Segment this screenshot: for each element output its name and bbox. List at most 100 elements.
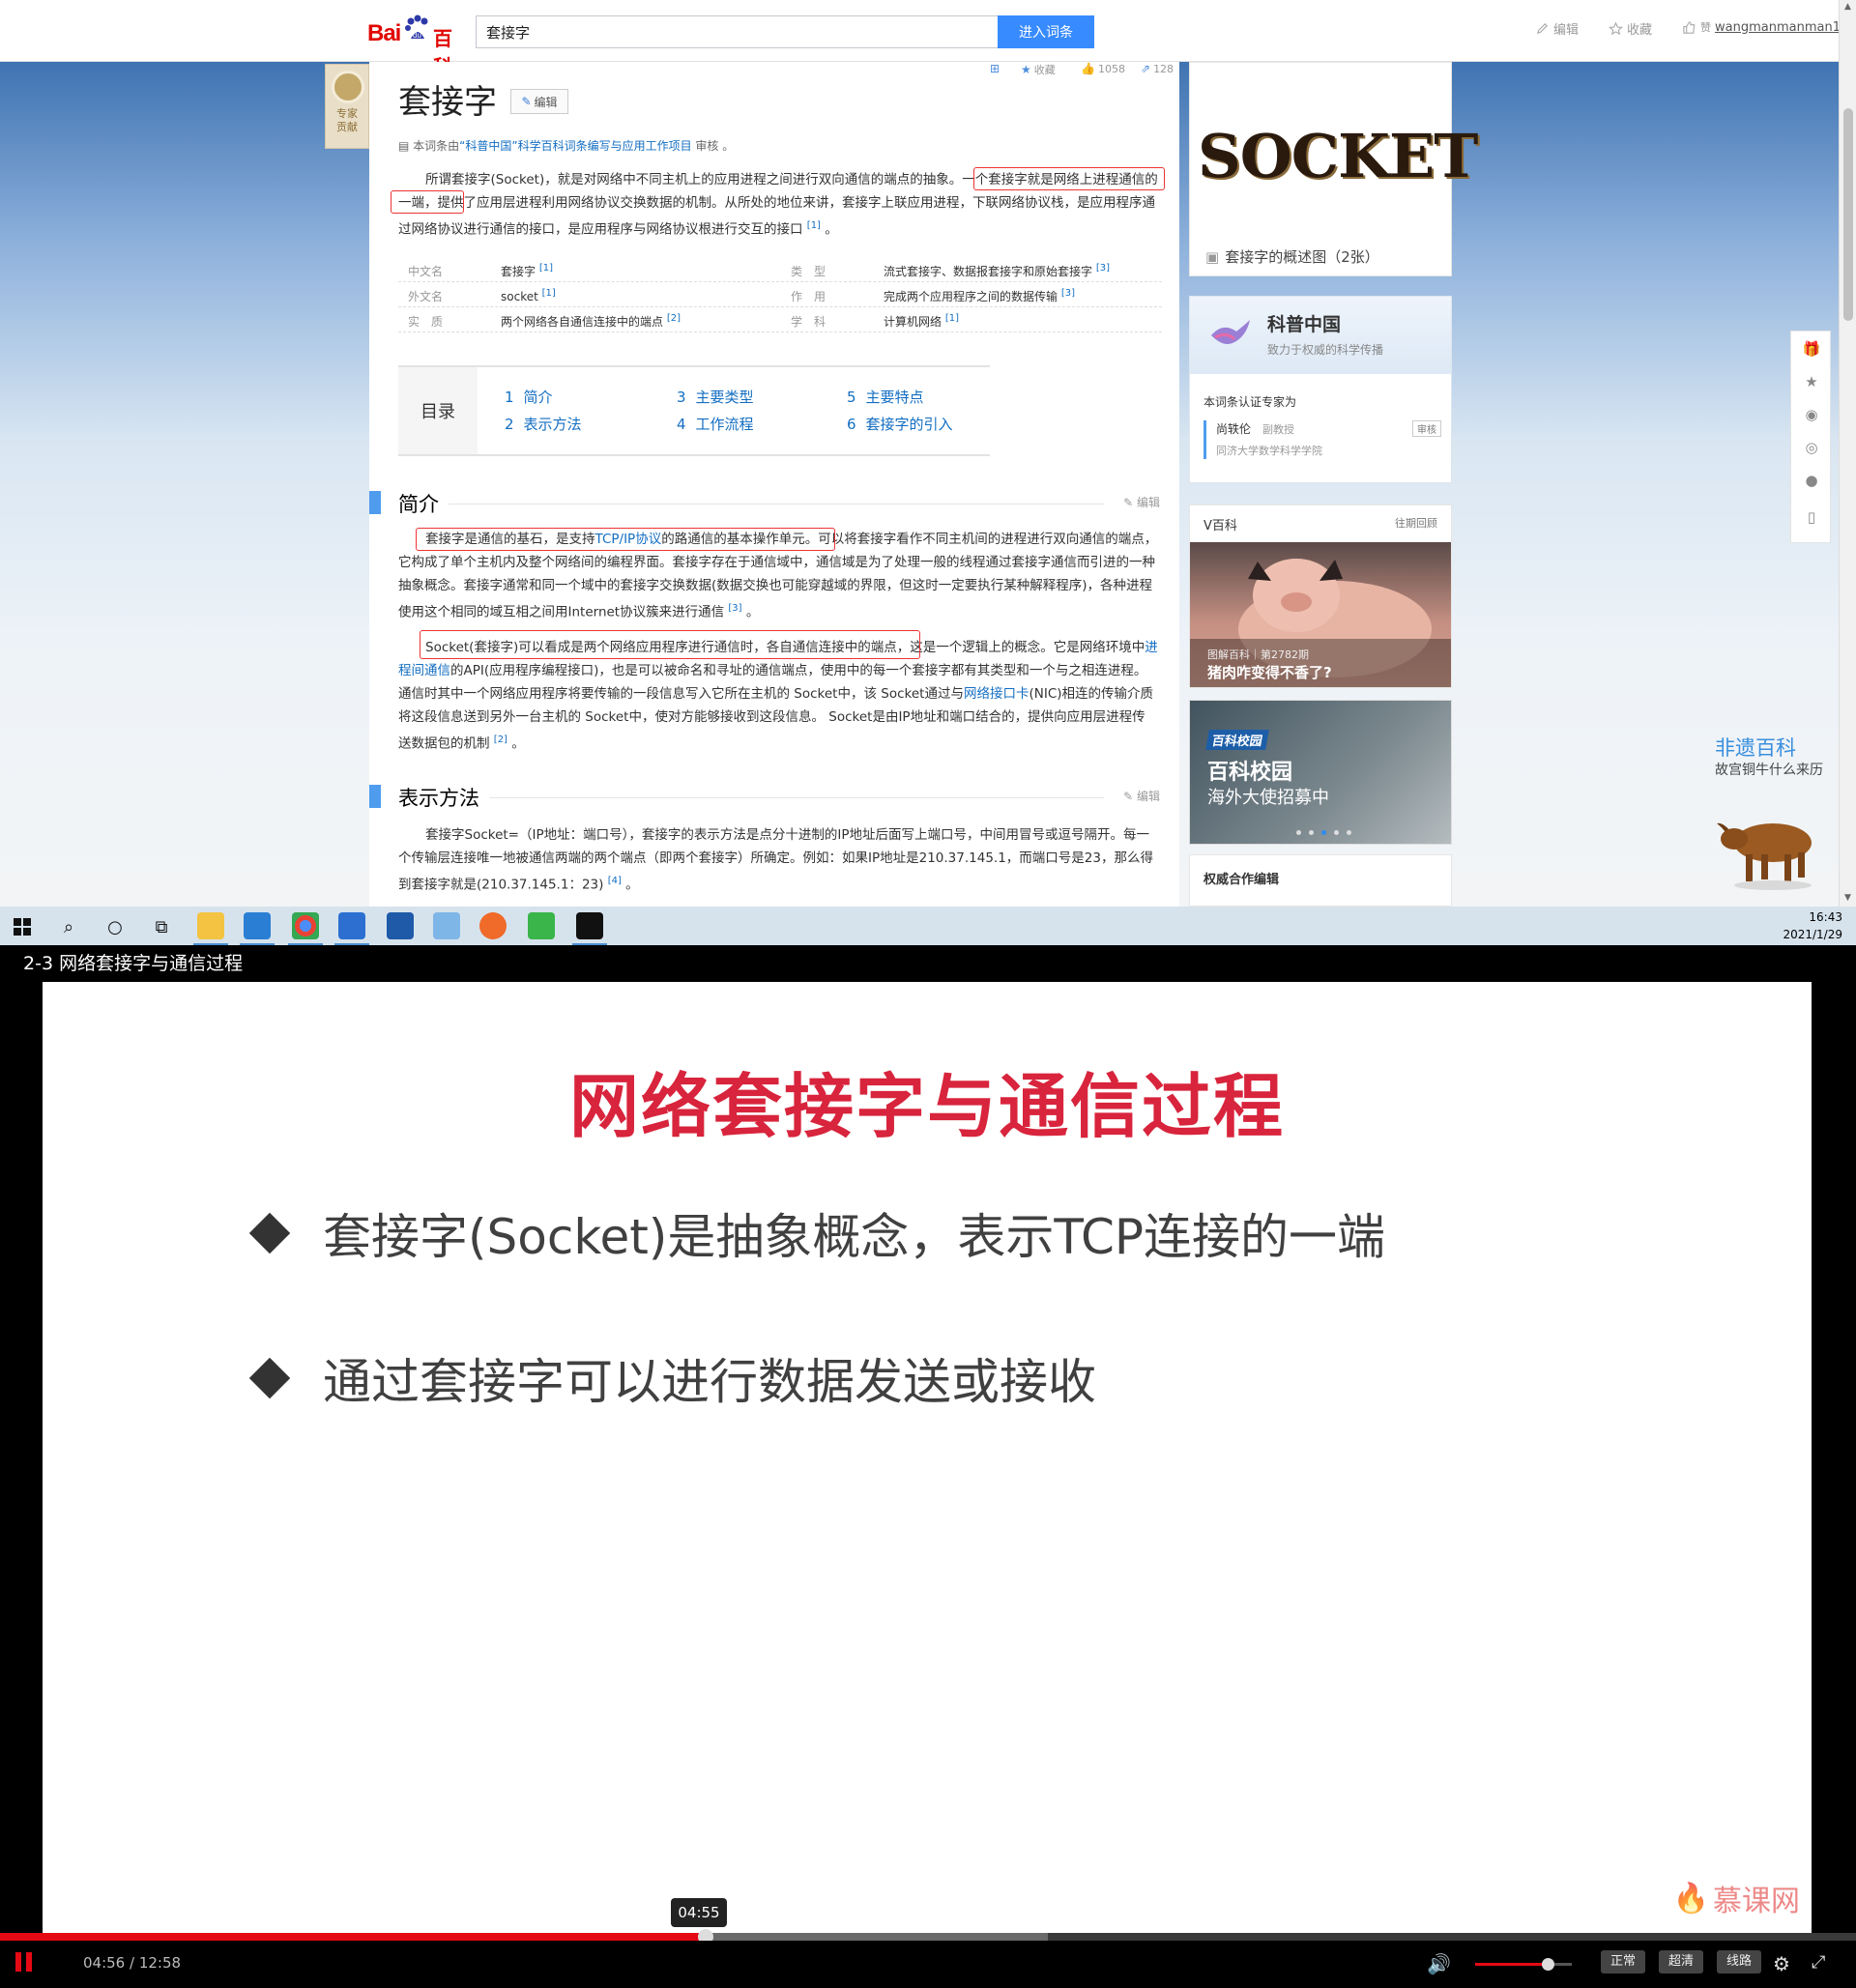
kepu-expert[interactable]: 尚轶伦 副教授 同济大学数学科学学院 审核 xyxy=(1204,420,1441,459)
star-icon xyxy=(1609,21,1623,36)
mobile-icon[interactable]: ▯ xyxy=(1802,507,1821,527)
campus-title: 百科校园 xyxy=(1207,761,1293,785)
gallery-icon: ▣ xyxy=(1205,247,1220,266)
terminal-icon[interactable] xyxy=(576,912,603,939)
entry-edit-button[interactable]: ✎ 编辑 xyxy=(510,89,568,114)
thumbs-up-icon xyxy=(1683,20,1696,34)
summary-ref[interactable]: [1] xyxy=(807,220,821,231)
chrome-icon[interactable] xyxy=(292,912,319,939)
top-edit-link[interactable]: 编辑 xyxy=(1535,19,1579,38)
logo-du-text: du xyxy=(413,31,421,40)
repr-ref[interactable]: [4] xyxy=(608,876,622,886)
app-icon[interactable] xyxy=(433,912,460,939)
like-count: 1058 xyxy=(1097,62,1125,75)
meta-collect[interactable]: ★ 收藏 xyxy=(1021,62,1056,77)
video-title: 2-3 网络套接字与通信过程 xyxy=(23,953,244,974)
video-frame[interactable]: 网络套接字与通信过程 套接字(Socket)是抽象概念，表示TCP连接的一端 通… xyxy=(43,982,1812,1935)
route-button[interactable]: 线路 xyxy=(1717,1950,1762,1974)
vscode-icon[interactable] xyxy=(244,912,271,939)
scroll-up-icon[interactable]: ▲ xyxy=(1844,2,1851,12)
meta-plus[interactable]: ⊞ xyxy=(990,62,1000,75)
cortana-icon[interactable]: ○ xyxy=(102,914,128,939)
section-edit-link[interactable]: ✎ 编辑 xyxy=(1123,494,1160,510)
thumbs-up-icon: 👍 xyxy=(1081,62,1095,75)
task-view-icon[interactable]: ⧉ xyxy=(149,914,174,939)
active-indicator xyxy=(240,943,275,945)
enter-entry-button[interactable]: 进入词条 xyxy=(998,15,1094,48)
section-divider xyxy=(398,797,1104,798)
meta-like[interactable]: 👍 1058 xyxy=(1081,62,1125,75)
top-user-link[interactable]: 赞 wangmanmanman1 xyxy=(1682,19,1841,35)
intro-ref[interactable]: [2] xyxy=(494,735,508,745)
system-clock[interactable]: 16:43 2021/1/29 xyxy=(1783,908,1842,943)
qq-icon[interactable]: ● xyxy=(1802,471,1821,490)
wechat-icon[interactable] xyxy=(528,912,555,939)
pencil-icon: ✎ xyxy=(521,95,532,108)
file-explorer-icon[interactable] xyxy=(197,912,224,939)
username-link[interactable]: wangmanmanman1 xyxy=(1715,20,1841,35)
speed-button[interactable]: 正常 xyxy=(1601,1950,1646,1974)
carousel-dots[interactable] xyxy=(1296,830,1351,835)
search-input[interactable] xyxy=(476,15,998,48)
v-baike-image[interactable]: 图解百科｜第2782期 猪肉咋变得不香了? xyxy=(1190,542,1451,687)
baike-campus-banner[interactable]: 百科校园 百科校园 海外大使招募中 xyxy=(1189,700,1452,845)
toc-item[interactable]: 1 简介 xyxy=(505,387,553,407)
star-icon[interactable]: ★ xyxy=(1802,372,1821,391)
expert-contribution-tab[interactable]: 专家 贡献 xyxy=(325,64,369,149)
toc-item[interactable]: 5 主要特点 xyxy=(847,387,924,407)
authority-edit-card: 权威合作编辑 xyxy=(1189,854,1452,907)
meta-share[interactable]: ⇗ 128 xyxy=(1141,62,1174,75)
info-value: 完成两个应用程序之间的数据传输 [3] xyxy=(884,288,1076,303)
review-notice: ▤ 本词条由“科普中国”科学百科词条编写与应用工作项目 审核 。 xyxy=(398,137,734,154)
gift-icon[interactable]: 🎁 xyxy=(1802,339,1821,359)
summary-image-card[interactable]: SOCKET ▣ 套接字的概述图（2张） xyxy=(1189,62,1478,276)
review-project-link[interactable]: “科普中国”科学百科词条编写与应用工作项目 xyxy=(459,139,691,153)
fullscreen-icon[interactable]: ⤢ xyxy=(1812,1952,1825,1973)
scroll-down-icon[interactable]: ▼ xyxy=(1844,893,1851,903)
nic-link[interactable]: 网络接口卡 xyxy=(964,686,1030,702)
toc-item[interactable]: 4 工作流程 xyxy=(677,414,754,434)
pause-button[interactable] xyxy=(15,1952,33,1972)
feiyi-baike-ad[interactable]: 非遗百科 故宫铜牛什么来历 xyxy=(1701,731,1837,895)
player-controls: 04:56 / 12:58 🔊 正常 超清 线路 ⚙ ⤢ xyxy=(0,1941,1856,1988)
toc-item[interactable]: 3 主要类型 xyxy=(677,387,754,407)
weibo-icon[interactable]: ◉ xyxy=(1802,405,1821,424)
toc-item[interactable]: 2 表示方法 xyxy=(505,414,582,434)
socket-image: SOCKET xyxy=(1198,121,1478,191)
album-link[interactable]: ▣ 套接字的概述图（2张） xyxy=(1205,246,1379,267)
toc-item[interactable]: 6 套接字的引入 xyxy=(847,414,953,434)
page-scrollbar[interactable]: ▲ ▼ xyxy=(1839,0,1856,907)
quality-button[interactable]: 超清 xyxy=(1659,1950,1704,1974)
kepu-title: 科普中国 xyxy=(1267,314,1342,335)
windows-start-icon[interactable] xyxy=(10,914,35,939)
search-icon[interactable]: ⌕ xyxy=(56,914,81,939)
section-edit-link[interactable]: ✎ 编辑 xyxy=(1123,788,1160,804)
review-suffix: 审核 。 xyxy=(691,139,735,153)
scroll-thumb[interactable] xyxy=(1843,108,1853,321)
user-thumb-prefix: 赞 xyxy=(1700,21,1711,34)
gear-icon[interactable]: ⚙ xyxy=(1773,1952,1790,1975)
intro-ref[interactable]: [3] xyxy=(728,603,741,614)
app-icon[interactable] xyxy=(338,912,365,939)
info-name: 学 科 xyxy=(791,315,826,329)
active-indicator xyxy=(334,943,369,945)
meta-collect-label: 收藏 xyxy=(1033,64,1056,76)
active-indicator xyxy=(572,943,607,945)
volume-handle[interactable] xyxy=(1542,1958,1554,1971)
star-icon: ★ xyxy=(1021,63,1031,76)
wechat-icon[interactable]: ◎ xyxy=(1802,438,1821,457)
volume-icon[interactable]: 🔊 xyxy=(1427,1952,1451,1975)
app-icon[interactable] xyxy=(479,912,507,939)
slide-bullet: 套接字(Socket)是抽象概念，表示TCP连接的一端 xyxy=(248,1198,1385,1268)
section-header-intro: 简介 ✎ 编辑 xyxy=(369,489,1162,518)
campus-tag: 百科校园 xyxy=(1205,730,1269,750)
photos-icon[interactable] xyxy=(387,912,414,939)
top-collect-link[interactable]: 收藏 xyxy=(1609,19,1652,38)
v-baike-archive-link[interactable]: 往期回顾 xyxy=(1395,515,1437,531)
v-baike-card[interactable]: V百科 往期回顾 图解百科｜第2782期 猪肉咋变得不香了? xyxy=(1189,504,1452,688)
share-toolbar: 🎁 ★ ◉ ◎ ● ▯ xyxy=(1790,331,1831,543)
windows-taskbar: ⌕ ○ ⧉ 16:43 2021/1/29 xyxy=(0,907,1856,945)
info-name: 外文名 xyxy=(408,290,444,303)
baidu-baike-logo[interactable]: Bai du 百科 xyxy=(367,12,468,78)
basic-info-row: 中文名 套接字 [1] 类 型 流式套接字、数据报套接字和原始套接字 [3] xyxy=(398,257,1162,282)
